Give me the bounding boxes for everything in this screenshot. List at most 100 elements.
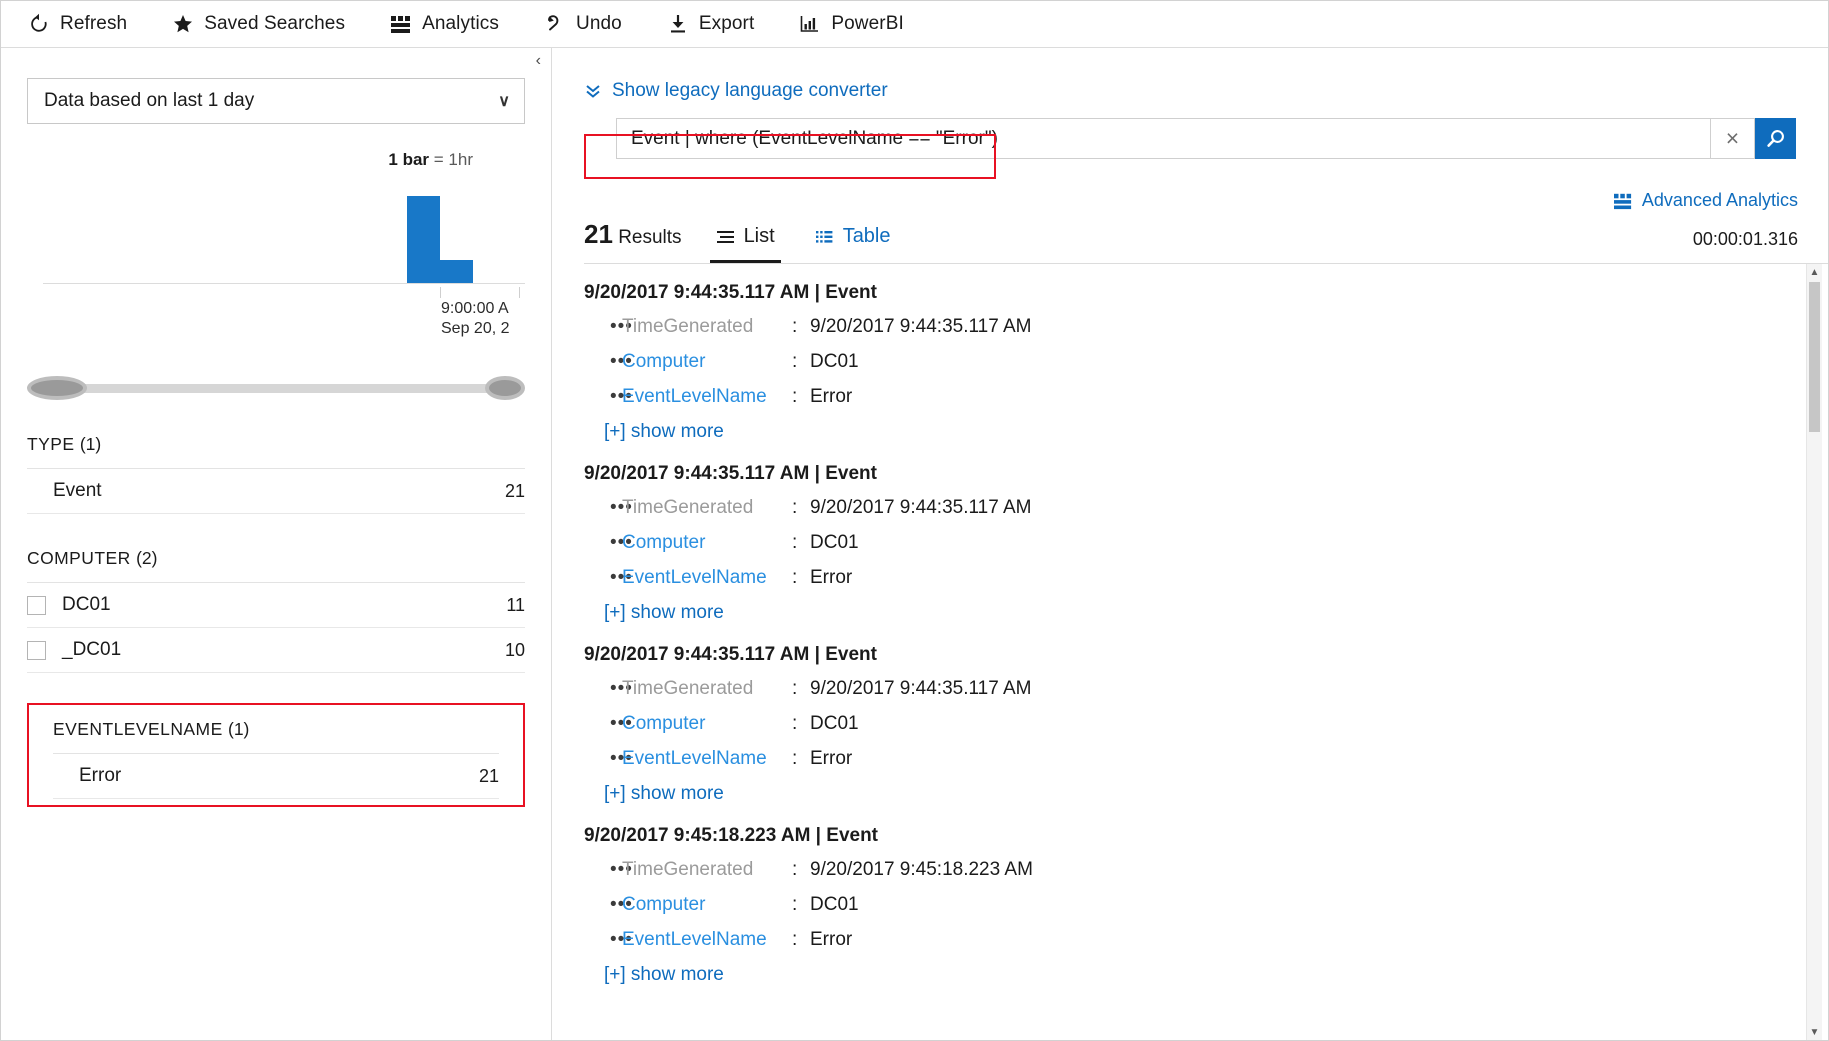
refresh-label: Refresh: [60, 13, 128, 34]
record-field: ••• Computer : DC01: [584, 894, 1798, 916]
export-button[interactable]: Export: [666, 9, 775, 39]
field-menu-icon[interactable]: •••: [584, 929, 632, 951]
tab-table[interactable]: Table: [809, 225, 897, 263]
show-legacy-converter-link[interactable]: Show legacy language converter: [584, 80, 888, 102]
slider-handle-right[interactable]: [485, 376, 525, 400]
facet-row-label: Event: [53, 480, 102, 501]
scrollbar-thumb[interactable]: [1809, 282, 1820, 432]
field-colon: :: [792, 859, 798, 880]
field-menu-icon[interactable]: •••: [584, 894, 632, 916]
field-menu-icon[interactable]: •••: [584, 351, 632, 373]
field-key[interactable]: EventLevelName: [614, 567, 792, 589]
facet-checkbox[interactable]: [27, 595, 46, 615]
record-field: ••• TimeGenerated : 9/20/2017 9:45:18.22…: [584, 859, 1798, 881]
tab-list[interactable]: List: [709, 225, 781, 263]
field-key[interactable]: EventLevelName: [614, 748, 792, 770]
field-colon: :: [792, 678, 798, 699]
star-icon: [171, 12, 195, 36]
field-menu-icon[interactable]: •••: [584, 532, 632, 554]
analytics-grid-icon: [1613, 192, 1633, 210]
field-menu-icon[interactable]: •••: [584, 713, 632, 735]
query-highlight-box: [584, 134, 996, 179]
field-menu-icon[interactable]: •••: [584, 386, 632, 408]
field-colon: :: [792, 497, 798, 518]
run-search-button[interactable]: [1755, 118, 1796, 159]
field-key: TimeGenerated: [622, 316, 754, 337]
field-key[interactable]: Computer: [614, 351, 792, 373]
refresh-button[interactable]: Refresh: [27, 9, 147, 39]
record-header: 9/20/2017 9:44:35.117 AM | Event: [584, 644, 877, 665]
date-range-select[interactable]: Data based on last 1 day ∨: [27, 78, 525, 124]
facet-row-value: 11: [506, 594, 525, 615]
field-value: DC01: [810, 894, 859, 915]
main-body: ‹ Data based on last 1 day ∨ 1 bar = 1hr: [1, 48, 1828, 1040]
field-key[interactable]: EventLevelName: [614, 386, 792, 408]
record-field: ••• EventLevelName : Error: [584, 567, 1798, 589]
record-field: ••• EventLevelName : Error: [584, 929, 1798, 951]
results-list: 9/20/2017 9:44:35.117 AM | Event ••• Tim…: [584, 264, 1798, 986]
field-key[interactable]: EventLevelName: [614, 929, 792, 951]
powerbi-button[interactable]: PowerBI: [798, 9, 924, 39]
show-more-link[interactable]: [+] show more: [584, 602, 724, 624]
field-key[interactable]: Computer: [614, 713, 792, 735]
record-field: ••• EventLevelName : Error: [584, 386, 1798, 408]
bar-legend: 1 bar = 1hr: [388, 150, 473, 170]
facet-row-value: 21: [478, 765, 499, 786]
show-more-link[interactable]: [+] show more: [584, 783, 724, 805]
field-key[interactable]: Computer: [614, 894, 792, 916]
chart-plot-area: 9:00:00 A Sep 20, 2: [43, 186, 525, 337]
facet-eventlevelname-title: EVENTLEVELNAME (1): [53, 719, 499, 754]
collapse-panel-icon[interactable]: ‹: [536, 53, 541, 69]
facet-row-computer-underscore-dc01[interactable]: _DC01 10: [27, 628, 525, 673]
field-menu-icon[interactable]: •••: [584, 497, 632, 519]
field-menu-icon[interactable]: •••: [584, 678, 632, 700]
field-menu-icon[interactable]: •••: [584, 859, 632, 881]
field-colon: :: [792, 316, 798, 337]
clear-query-button[interactable]: ×: [1711, 118, 1755, 159]
analytics-button[interactable]: Analytics: [389, 9, 519, 39]
advanced-analytics-link[interactable]: Advanced Analytics: [1613, 190, 1798, 211]
facet-computer-title-text: COMPUTER: [27, 548, 131, 568]
scroll-up-arrow-icon[interactable]: ▲: [1807, 264, 1822, 280]
undo-icon: [543, 12, 567, 36]
axis-tick-1: [519, 287, 520, 298]
field-value: Error: [810, 567, 853, 588]
table-icon: [815, 229, 835, 245]
log-analytics-search-window: Refresh Saved Searches Analytics Undo Ex…: [0, 0, 1829, 1041]
results-scrollbar[interactable]: ▲ ▼: [1806, 264, 1822, 1040]
chart-bar-1[interactable]: [440, 260, 473, 283]
facet-type-title: TYPE (1): [27, 434, 525, 469]
show-more-link[interactable]: [+] show more: [584, 421, 724, 443]
facet-row-type-event[interactable]: Event 21: [27, 469, 525, 514]
field-menu-icon[interactable]: •••: [584, 567, 632, 589]
undo-button[interactable]: Undo: [543, 9, 642, 39]
field-menu-icon[interactable]: •••: [584, 748, 632, 770]
slider-track[interactable]: [39, 384, 513, 393]
record-field: ••• TimeGenerated : 9/20/2017 9:44:35.11…: [584, 678, 1798, 700]
field-menu-icon[interactable]: •••: [584, 316, 632, 338]
facet-computer-count: (2): [136, 548, 158, 568]
saved-searches-button[interactable]: Saved Searches: [171, 9, 365, 39]
powerbi-bars-icon: [798, 12, 822, 36]
field-key[interactable]: Computer: [614, 532, 792, 554]
show-more-link[interactable]: [+] show more: [584, 964, 724, 986]
chevron-double-down-icon: [584, 82, 602, 100]
slider-handle-left[interactable]: [27, 376, 87, 400]
axis-tick-label-date: Sep 20, 2: [441, 320, 510, 338]
facet-checkbox[interactable]: [27, 640, 46, 660]
field-value: 9/20/2017 9:44:35.117 AM: [810, 497, 1032, 518]
time-range-slider[interactable]: [27, 376, 525, 400]
facet-computer-title: COMPUTER (2): [27, 548, 525, 583]
results-scroll-area[interactable]: 9/20/2017 9:44:35.117 AM | Event ••• Tim…: [584, 264, 1828, 1040]
chart-bar-0[interactable]: [407, 196, 440, 283]
result-record: 9/20/2017 9:44:35.117 AM | Event ••• Tim…: [584, 282, 1798, 443]
query-bar-area: Event | where (EventLevelName == "Error"…: [584, 118, 1828, 180]
facet-row-computer-dc01[interactable]: DC01 11: [27, 583, 525, 628]
time-histogram-chart[interactable]: 1 bar = 1hr 9:00:00 A Sep 20, 2: [27, 150, 525, 337]
chevron-down-icon: ∨: [498, 93, 510, 110]
top-toolbar: Refresh Saved Searches Analytics Undo Ex…: [1, 1, 1828, 48]
field-colon: :: [792, 351, 798, 372]
filters-panel: ‹ Data based on last 1 day ∨ 1 bar = 1hr: [1, 48, 552, 1040]
scroll-down-arrow-icon[interactable]: ▼: [1807, 1024, 1822, 1040]
facet-row-eventlevelname-error[interactable]: Error 21: [53, 754, 499, 799]
